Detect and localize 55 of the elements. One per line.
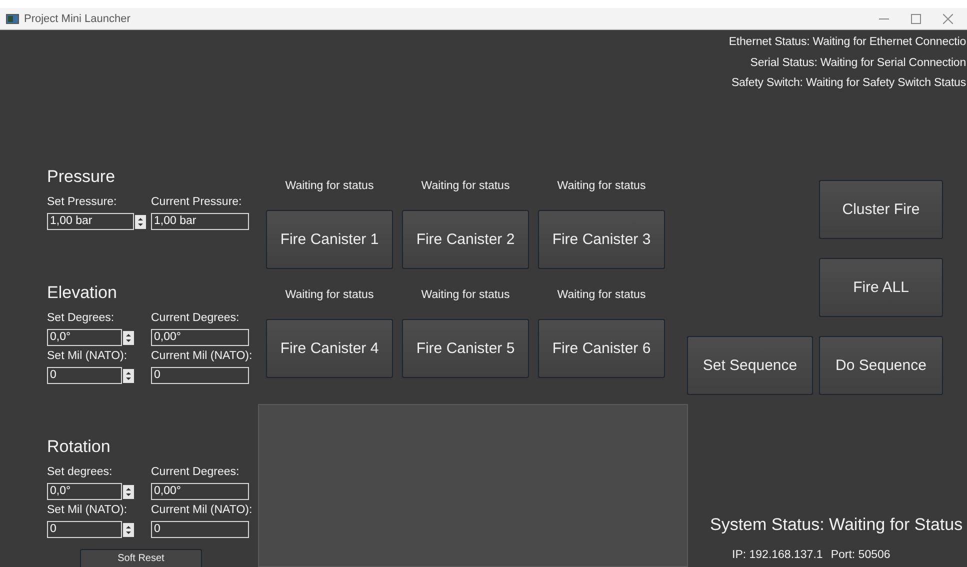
- ip-address: IP: 192.168.137.1: [732, 549, 823, 561]
- spin-buttons[interactable]: [123, 368, 134, 382]
- field-label: Current Degrees:: [151, 465, 240, 480]
- field-label: Set Degrees:: [47, 311, 116, 326]
- fire-canister-button[interactable]: Fire Canister 3: [538, 210, 665, 269]
- spin-buttons[interactable]: [123, 484, 134, 498]
- canister-status: Waiting for status: [421, 179, 510, 194]
- fire-canister-button[interactable]: Fire Canister 2: [402, 210, 529, 269]
- close-icon[interactable]: [943, 14, 953, 24]
- field-label: Current Mil (NATO):: [151, 349, 251, 364]
- app-icon: [6, 14, 19, 24]
- field-label: Set Mil (NATO):: [47, 503, 128, 518]
- status-text: Safety Switch: Waiting for Safety Switch Status: [731, 76, 966, 91]
- fire-canister-button[interactable]: Fire Canister 1: [266, 210, 393, 269]
- input-field[interactable]: 0,0°: [47, 483, 122, 500]
- section-heading: Elevation: [47, 283, 118, 303]
- readout-field: 0: [151, 367, 249, 384]
- fire-all-button[interactable]: Fire ALL: [819, 258, 943, 317]
- canister-status: Waiting for status: [557, 179, 646, 194]
- canister-status: Waiting for status: [285, 288, 374, 303]
- field-label: Current Pressure:: [151, 195, 243, 210]
- status-text: Ethernet Status: Waiting for Ethernet Connectio: [728, 35, 966, 50]
- soft-reset-button[interactable]: Soft Reset: [80, 549, 202, 567]
- readout-field: 0,00°: [151, 329, 249, 346]
- fire-canister-button[interactable]: Fire Canister 6: [538, 319, 665, 378]
- input-field[interactable]: 0: [47, 521, 122, 538]
- readout-field: 0: [151, 521, 249, 538]
- field-label: Set degrees:: [47, 465, 114, 480]
- spin-buttons[interactable]: [123, 330, 134, 344]
- readout-field: 1,00 bar: [151, 213, 249, 230]
- input-field[interactable]: 0,0°: [47, 329, 122, 346]
- port-number: Port: 50506: [830, 549, 890, 561]
- field-label: Current Mil (NATO):: [151, 503, 251, 518]
- spin-buttons[interactable]: [123, 522, 134, 536]
- field-label: Current Degrees:: [151, 311, 240, 326]
- readout-field: 0,00°: [151, 483, 249, 500]
- input-field[interactable]: 1,00 bar: [47, 213, 134, 230]
- fire-canister-button[interactable]: Fire Canister 5: [402, 319, 529, 378]
- maximize-icon[interactable]: [911, 14, 921, 24]
- canister-status: Waiting for status: [421, 288, 510, 303]
- spin-buttons[interactable]: [135, 214, 146, 228]
- window-title: Project Mini Launcher: [24, 12, 130, 24]
- section-heading: Pressure: [47, 167, 116, 187]
- fire-canister-button[interactable]: Fire Canister 4: [266, 319, 393, 378]
- canister-status: Waiting for status: [557, 288, 646, 303]
- do-sequence-button[interactable]: Do Sequence: [819, 336, 943, 395]
- input-field[interactable]: 0: [47, 367, 122, 384]
- section-heading: Rotation: [47, 437, 112, 457]
- field-label: Set Pressure:: [47, 195, 118, 210]
- cluster-fire-button[interactable]: Cluster Fire: [819, 180, 943, 239]
- system-status: System Status: Waiting for Status: [709, 515, 964, 535]
- canister-status: Waiting for status: [285, 179, 374, 194]
- status-text: Serial Status: Waiting for Serial Connection: [750, 56, 966, 70]
- field-label: Set Mil (NATO):: [47, 349, 128, 364]
- set-sequence-button[interactable]: Set Sequence: [687, 336, 813, 395]
